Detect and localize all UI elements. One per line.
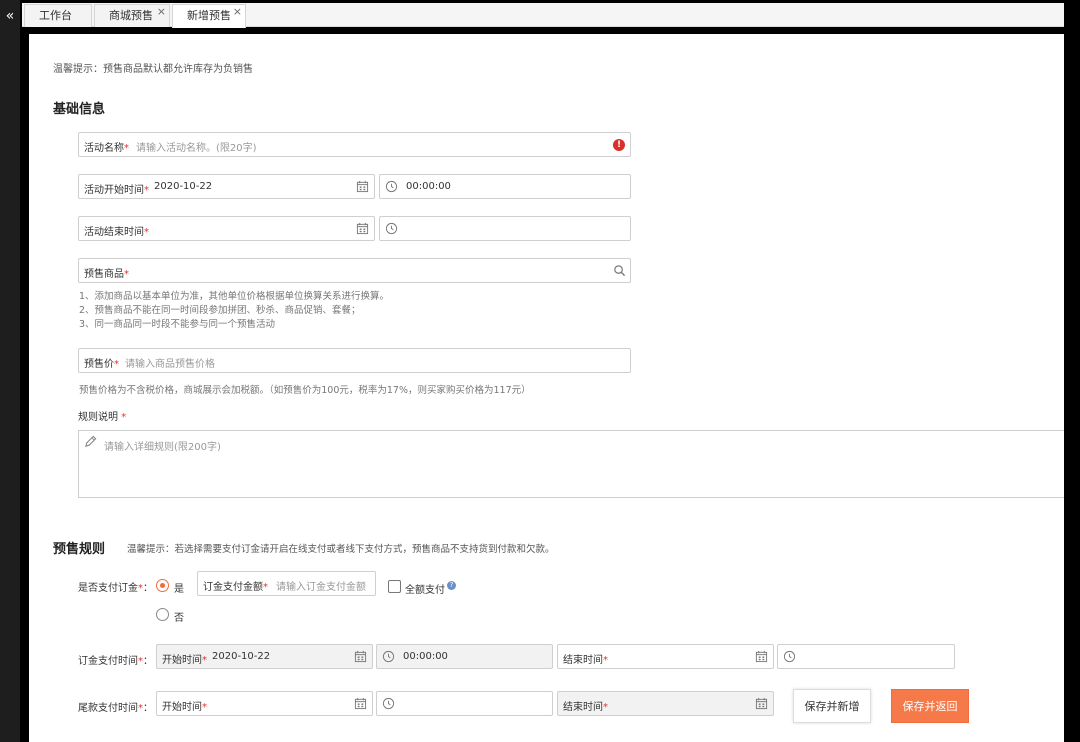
- error-icon: !: [613, 139, 625, 151]
- full-payment-label: 全额支付: [405, 585, 445, 596]
- save-and-return-button[interactable]: 保存并返回: [891, 689, 969, 723]
- tab-mall-presale[interactable]: 商城预售 ×: [94, 4, 170, 27]
- deposit-end-date-field[interactable]: 结束时间*: [557, 644, 774, 669]
- rules-textarea[interactable]: 请输入详细规则(限200字): [78, 430, 1064, 498]
- full-payment-checkbox[interactable]: [388, 580, 401, 593]
- start-date-value: 2020-10-22: [154, 181, 213, 192]
- deposit-yes-label: 是: [174, 584, 184, 595]
- section-title-presale-rules: 预售规则: [53, 542, 106, 557]
- activity-name-field[interactable]: 活动名称* 请输入活动名称。(限20字) !: [78, 132, 631, 157]
- tab-label: 新增预售: [187, 9, 231, 22]
- start-time-value: 00:00:00: [406, 181, 451, 192]
- field-label: 预售价*: [84, 359, 119, 370]
- balance-end-date-field[interactable]: 结束时间*: [557, 691, 774, 716]
- presale-product-field[interactable]: 预售商品*: [78, 258, 631, 283]
- close-icon[interactable]: ×: [157, 1, 166, 23]
- clock-icon: [385, 222, 398, 235]
- deposit-time-label: 订金支付时间*：: [78, 656, 153, 667]
- clock-icon: [382, 697, 395, 710]
- clock-icon: [783, 650, 796, 663]
- deposit-end-time-field[interactable]: [777, 644, 955, 669]
- deposit-start-date-field[interactable]: 开始时间* 2020-10-22: [156, 644, 373, 669]
- deposit-start-time-value: 00:00:00: [403, 651, 448, 662]
- start-time-field[interactable]: 00:00:00: [379, 174, 631, 199]
- field-label: 活动名称*: [84, 143, 129, 154]
- deposit-start-date-value: 2020-10-22: [212, 651, 271, 662]
- calendar-icon[interactable]: [356, 222, 369, 235]
- deposit-no-label: 否: [174, 613, 184, 624]
- end-time-field[interactable]: [379, 216, 631, 241]
- field-label: 开始时间*: [162, 655, 207, 666]
- presale-price-field[interactable]: 预售价* 请输入商品预售价格: [78, 348, 631, 373]
- rules-label: 规则说明 *: [78, 412, 127, 423]
- deposit-yes-radio[interactable]: [156, 579, 169, 592]
- deposit-question-label: 是否支付订金*：: [78, 583, 153, 594]
- deposit-no-radio[interactable]: [156, 608, 169, 621]
- product-note-3: 3、同一商品同一时段不能参与同一个预售活动: [79, 319, 276, 330]
- search-icon[interactable]: [613, 264, 626, 277]
- tab-new-presale[interactable]: 新增预售 ×: [172, 4, 246, 28]
- rules-placeholder: 请输入详细规则(限200字): [104, 442, 221, 453]
- pencil-icon: [85, 435, 97, 447]
- presale-price-input[interactable]: 请输入商品预售价格: [125, 355, 215, 370]
- field-label: 结束时间*: [563, 655, 608, 666]
- balance-time-label: 尾款支付时间*：: [78, 703, 153, 714]
- presale-rules-tip: 温馨提示：若选择需要支付订金请开启在线支付或者线下支付方式，预售商品不支持货到付…: [127, 544, 555, 555]
- tab-bar: 工作台 商城预售 × 新增预售 ×: [22, 3, 1064, 28]
- calendar-icon[interactable]: [354, 697, 367, 710]
- section-title-basic: 基础信息: [53, 102, 106, 117]
- save-and-new-button[interactable]: 保存并新增: [793, 689, 871, 723]
- close-icon[interactable]: ×: [233, 1, 242, 23]
- product-note-1: 1、添加商品以基本单位为准，其他单位价格根据单位换算关系进行换算。: [79, 291, 390, 302]
- tab-workbench[interactable]: 工作台: [24, 4, 92, 27]
- tab-label: 工作台: [39, 9, 72, 22]
- help-icon[interactable]: ?: [447, 581, 456, 590]
- left-rail: «: [0, 0, 20, 742]
- start-date-field[interactable]: 活动开始时间* 2020-10-22: [78, 174, 375, 199]
- field-label: 结束时间*: [563, 702, 608, 713]
- calendar-icon[interactable]: [755, 697, 768, 710]
- field-label: 活动开始时间*: [84, 185, 149, 196]
- deposit-start-time-field[interactable]: 00:00:00: [376, 644, 553, 669]
- calendar-icon[interactable]: [356, 180, 369, 193]
- field-label: 预售商品*: [84, 269, 129, 280]
- stock-tip: 温馨提示：预售商品默认都允许库存为负销售: [53, 64, 253, 75]
- field-label: 订金支付金额*: [203, 582, 268, 593]
- balance-start-time-field[interactable]: [376, 691, 553, 716]
- clock-icon: [385, 180, 398, 193]
- deposit-amount-field[interactable]: 订金支付金额* 请输入订金支付金额: [197, 571, 376, 596]
- collapse-sidebar-icon[interactable]: «: [2, 8, 18, 24]
- calendar-icon[interactable]: [354, 650, 367, 663]
- activity-name-input[interactable]: 请输入活动名称。(限20字): [136, 139, 257, 154]
- tab-label: 商城预售: [109, 9, 153, 22]
- deposit-amount-input[interactable]: 请输入订金支付金额: [276, 578, 366, 593]
- clock-icon: [382, 650, 395, 663]
- main-content: 温馨提示：预售商品默认都允许库存为负销售 基础信息 活动名称* 请输入活动名称。…: [29, 34, 1064, 742]
- product-note-2: 2、预售商品不能在同一时间段参加拼团、秒杀、商品促销、套餐；: [79, 305, 361, 316]
- end-date-field[interactable]: 活动结束时间*: [78, 216, 375, 241]
- app-frame: « 工作台 商城预售 × 新增预售 × 温馨提示：预售商品默认都允许库存为负销售…: [0, 0, 1080, 742]
- price-note: 预售价格为不含税价格，商城展示会加税额。（如预售价为100元，税率为17%，则买…: [79, 385, 531, 396]
- field-label: 活动结束时间*: [84, 227, 149, 238]
- field-label: 开始时间*: [162, 702, 207, 713]
- balance-start-date-field[interactable]: 开始时间*: [156, 691, 373, 716]
- calendar-icon[interactable]: [755, 650, 768, 663]
